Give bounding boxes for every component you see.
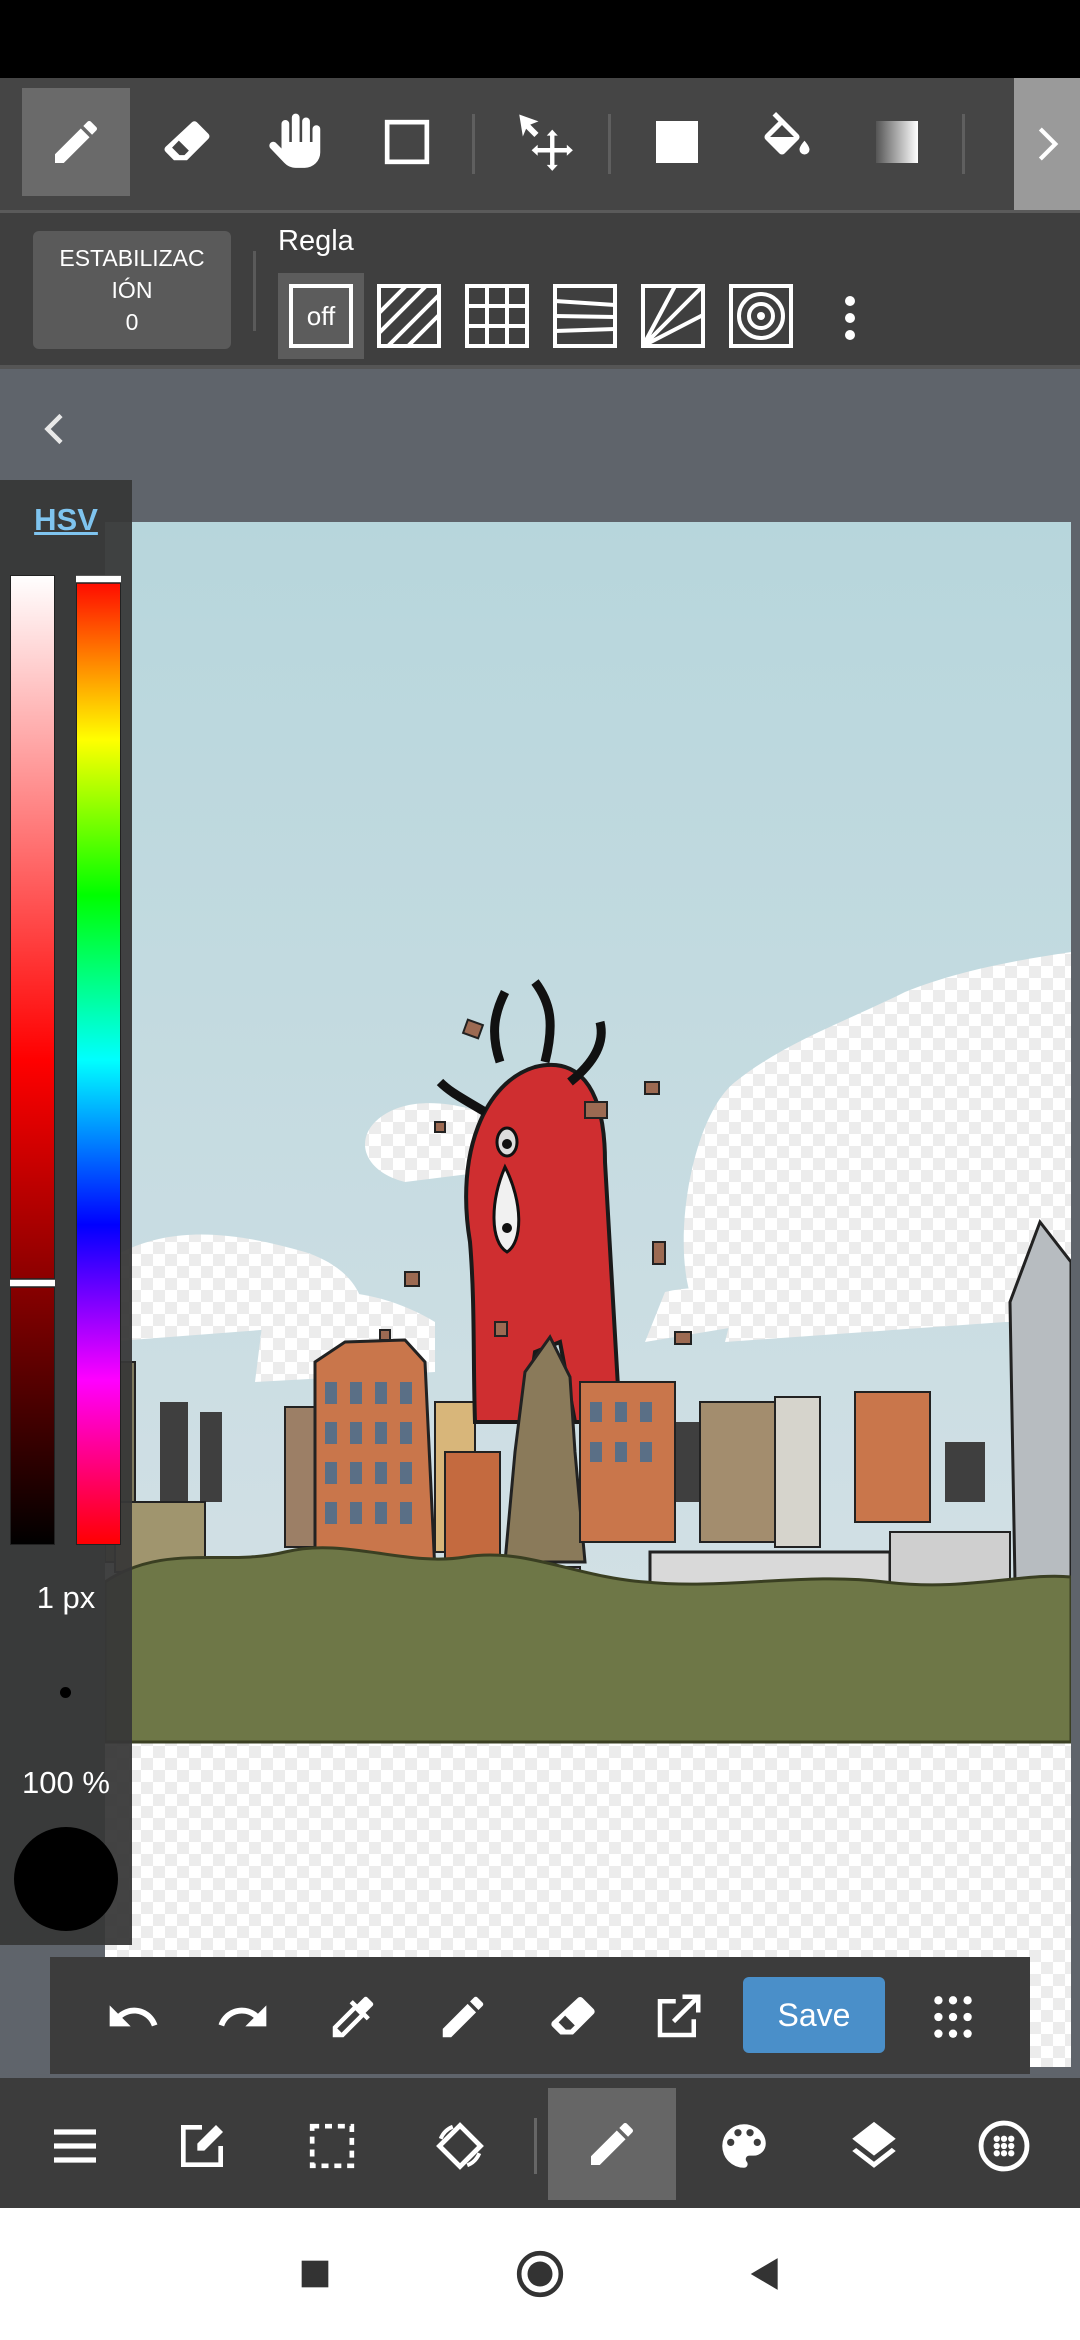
apps-grid-icon bbox=[928, 1992, 978, 2042]
nav-divider bbox=[534, 2118, 537, 2174]
open-external-icon bbox=[651, 1990, 705, 2044]
grid-ruler-icon bbox=[464, 283, 530, 349]
triangle-back-icon bbox=[746, 2255, 784, 2293]
chevron-left-icon bbox=[37, 407, 73, 451]
saturation-value-slider[interactable] bbox=[10, 575, 55, 1545]
brush-size-label[interactable]: 1 px bbox=[0, 1580, 132, 1616]
parallel-ruler-button[interactable] bbox=[366, 273, 452, 359]
eyedropper-icon bbox=[326, 1990, 380, 2044]
rotate-canvas-icon bbox=[431, 2117, 489, 2175]
rectangle-select-icon bbox=[379, 114, 435, 170]
redo-icon bbox=[215, 1989, 271, 2045]
palette-icon bbox=[715, 2117, 773, 2175]
brush-button[interactable] bbox=[548, 2088, 676, 2200]
grid-ruler-button[interactable] bbox=[454, 273, 540, 359]
home-button[interactable] bbox=[510, 2244, 570, 2304]
edit-icon bbox=[174, 2118, 230, 2174]
pen-tool-button[interactable] bbox=[22, 88, 130, 196]
export-button[interactable] bbox=[640, 1979, 716, 2055]
stabilizer-value: 0 bbox=[125, 309, 139, 335]
perspective-ruler-icon bbox=[552, 283, 618, 349]
pen-icon bbox=[436, 1990, 490, 2044]
bucket-icon bbox=[757, 112, 817, 172]
ruler-off-button[interactable]: off bbox=[278, 273, 364, 359]
system-nav-bar bbox=[0, 2208, 1080, 2340]
current-color-swatch[interactable] bbox=[14, 1827, 118, 1931]
concentric-ruler-icon bbox=[728, 283, 794, 349]
gradient-icon bbox=[869, 114, 925, 170]
radial-ruler-button[interactable] bbox=[630, 273, 716, 359]
stabilizer-button[interactable]: ESTABILIZAC IÓN 0 bbox=[33, 231, 231, 349]
more-vert-icon bbox=[843, 294, 857, 342]
brightness-marker[interactable] bbox=[10, 1278, 55, 1288]
ruler-label: Regla bbox=[278, 225, 354, 257]
rotate-canvas-button[interactable] bbox=[406, 2092, 514, 2200]
opacity-label[interactable]: 100 % bbox=[0, 1765, 132, 1801]
ruler-menu-button[interactable] bbox=[830, 288, 870, 348]
eraser-icon bbox=[546, 1990, 600, 2044]
eyedropper-button[interactable] bbox=[315, 1979, 391, 2055]
drawing-canvas[interactable] bbox=[105, 522, 1071, 2067]
toolbar-more-button[interactable] bbox=[1014, 78, 1080, 210]
move-icon bbox=[511, 109, 577, 175]
bucket-tool-button[interactable] bbox=[733, 88, 841, 196]
parallel-ruler-icon bbox=[376, 283, 442, 349]
quick-eraser-button[interactable] bbox=[535, 1979, 611, 2055]
color-panel: HSV 1 px 100 % bbox=[0, 480, 132, 1945]
gradient-tool-button[interactable] bbox=[843, 88, 951, 196]
fill-shape-tool-button[interactable] bbox=[623, 88, 731, 196]
rect-select-tool-button[interactable] bbox=[353, 88, 461, 196]
brush-size-preview bbox=[60, 1687, 71, 1698]
back-nav-button[interactable] bbox=[735, 2244, 795, 2304]
toolbar-divider bbox=[608, 114, 611, 174]
ruler-off-label: off bbox=[306, 301, 336, 331]
status-bar bbox=[0, 0, 1080, 78]
brush-options-bar: ESTABILIZAC IÓN 0 Regla off bbox=[0, 213, 1080, 369]
top-toolbar bbox=[0, 78, 1080, 213]
stabilizer-label-cont: IÓN bbox=[111, 277, 153, 303]
hue-marker[interactable] bbox=[76, 575, 121, 584]
undo-button[interactable] bbox=[95, 1979, 171, 2055]
quick-pen-button[interactable] bbox=[425, 1979, 501, 2055]
material-icon bbox=[975, 2117, 1033, 2175]
hand-tool-button[interactable] bbox=[243, 88, 351, 196]
perspective-ruler-button[interactable] bbox=[542, 273, 628, 359]
hue-slider[interactable] bbox=[76, 575, 121, 1545]
quick-action-bar: Save bbox=[50, 1957, 1030, 2074]
collapse-panel-button[interactable] bbox=[30, 399, 80, 459]
material-button[interactable] bbox=[950, 2092, 1058, 2200]
selection-button[interactable] bbox=[278, 2092, 386, 2200]
concentric-ruler-button[interactable] bbox=[718, 273, 804, 359]
eraser-icon bbox=[159, 114, 215, 170]
save-button[interactable]: Save bbox=[743, 1977, 885, 2053]
menu-button[interactable] bbox=[21, 2092, 129, 2200]
options-divider bbox=[253, 251, 256, 331]
chevron-right-icon bbox=[1027, 124, 1067, 164]
move-tool-button[interactable] bbox=[490, 88, 598, 196]
brush-icon bbox=[584, 2116, 640, 2172]
toolbar-divider bbox=[472, 114, 475, 174]
stabilizer-label: ESTABILIZAC bbox=[59, 245, 205, 271]
menu-icon bbox=[47, 2118, 103, 2174]
square-icon bbox=[299, 2258, 331, 2290]
circle-home-icon bbox=[515, 2249, 565, 2299]
actionbar-menu-button[interactable] bbox=[915, 1979, 991, 2055]
edit-button[interactable] bbox=[148, 2092, 256, 2200]
redo-button[interactable] bbox=[205, 1979, 281, 2055]
palette-button[interactable] bbox=[690, 2092, 798, 2200]
selection-icon bbox=[304, 2118, 360, 2174]
recents-button[interactable] bbox=[285, 2244, 345, 2304]
layers-icon bbox=[845, 2117, 903, 2175]
toolbar-divider bbox=[962, 114, 965, 174]
bottom-nav bbox=[0, 2078, 1080, 2208]
radial-ruler-icon bbox=[640, 283, 706, 349]
eraser-tool-button[interactable] bbox=[133, 88, 241, 196]
layers-button[interactable] bbox=[820, 2092, 928, 2200]
color-mode-toggle[interactable]: HSV bbox=[0, 502, 132, 538]
undo-icon bbox=[105, 1989, 161, 2045]
pen-icon bbox=[48, 114, 104, 170]
hand-icon bbox=[266, 111, 328, 173]
fill-shape-icon bbox=[649, 114, 705, 170]
